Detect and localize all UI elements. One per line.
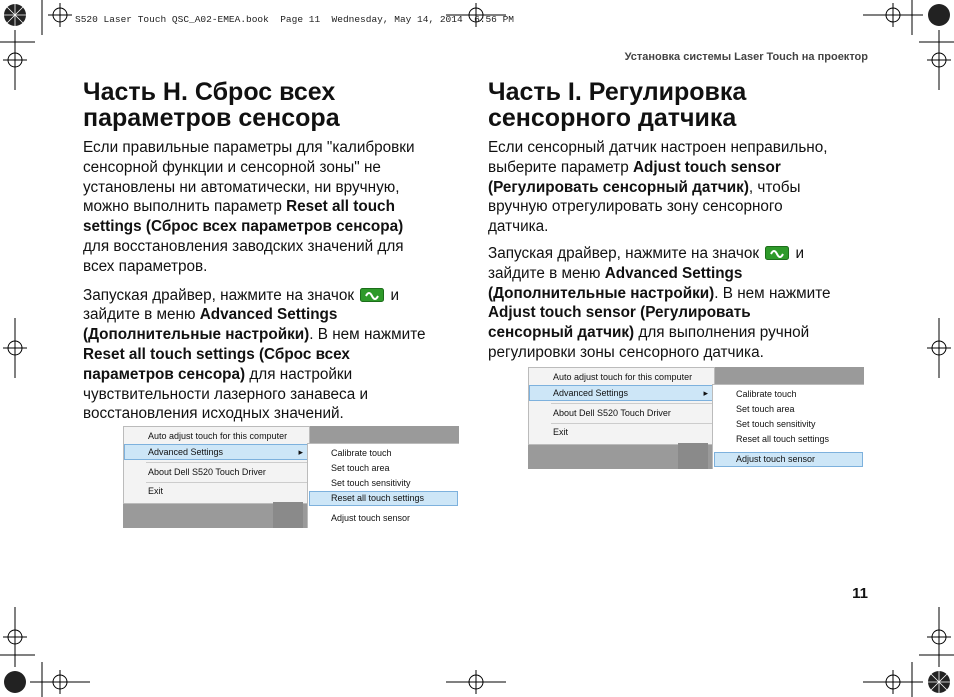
print-info-line: S520 Laser Touch QSC_A02-EMEA.book Page … xyxy=(75,14,514,25)
submenu-item-set-area[interactable]: Set touch area xyxy=(309,461,458,476)
paragraph: Запуская драйвер, нажмите на значок и за… xyxy=(83,286,468,425)
driver-tray-icon xyxy=(360,287,385,302)
bold-term: (Регулировать сенсорный датчик) xyxy=(488,178,749,196)
submenu-item-sensitivity[interactable]: Set touch sensitivity xyxy=(714,417,863,432)
bold-term: сенсорный датчик) xyxy=(488,324,635,342)
paragraph: Если сенсорный датчик настроен неправиль… xyxy=(488,138,873,237)
text-line: восстановления исходных значений. xyxy=(83,405,344,423)
heading-line: Часть I. Регулировка xyxy=(488,78,747,106)
text-line: выберите параметр xyxy=(488,158,633,176)
text-line: вручную отрегулировать зону сенсорного xyxy=(488,198,783,216)
text-line: Если правильные параметры для "калибровк… xyxy=(83,139,415,156)
menu-item-advanced-settings[interactable]: Advanced Settings ▸ xyxy=(124,444,309,460)
submenu: Calibrate touch Set touch area Set touch… xyxy=(307,443,459,528)
text-line: Если сенсорный датчик настроен неправиль… xyxy=(488,139,828,156)
text-line: всех параметров. xyxy=(83,257,208,275)
text-line: можно выполнить параметр xyxy=(83,198,287,216)
context-menu: Auto adjust touch for this computer Adva… xyxy=(528,367,715,445)
text-line: для восстановления заводских значений дл… xyxy=(83,237,404,255)
submenu-item-reset-all[interactable]: Reset all touch settings xyxy=(309,491,458,506)
bold-term: (Дополнительные настройки) xyxy=(488,284,715,302)
text-line: Запуская драйвер, нажмите на значок xyxy=(488,244,760,262)
bold-term: settings (Сброс всех параметров сенсора) xyxy=(83,218,404,236)
menu-item-about[interactable]: About Dell S520 Touch Driver xyxy=(529,405,714,421)
menu-item-about[interactable]: About Dell S520 Touch Driver xyxy=(124,464,309,480)
bold-term: Adjust touch sensor (Регулировать xyxy=(488,304,751,322)
bold-term: Advanced Settings xyxy=(604,264,743,282)
window-edge xyxy=(678,443,708,469)
bold-term: параметров сенсора) xyxy=(83,365,246,383)
bold-term: Reset all touch xyxy=(286,198,395,216)
paragraph: Запуская драйвер, нажмите на значок и за… xyxy=(488,244,873,363)
menu-separator xyxy=(146,462,307,463)
menu-item-exit[interactable]: Exit xyxy=(124,483,309,499)
submenu-arrow-icon: ▸ xyxy=(298,447,303,457)
text-line: , чтобы xyxy=(748,178,801,196)
text-line: установлены ни автоматически, ни вручную… xyxy=(83,178,400,196)
right-column: Часть I. Регулировка сенсорного датчика … xyxy=(488,79,873,363)
heading-line: Часть H. Сброс всех xyxy=(83,78,336,106)
text-line: . В нем нажмите xyxy=(309,326,426,344)
text-line: датчика. xyxy=(488,218,549,236)
context-menu: Auto adjust touch for this computer Adva… xyxy=(123,426,310,504)
menu-item-label: Advanced Settings xyxy=(148,447,224,457)
submenu: Calibrate touch Set touch area Set touch… xyxy=(712,384,864,469)
submenu-item-adjust-sensor[interactable]: Adjust touch sensor xyxy=(309,511,458,526)
text-line: зайдите в меню xyxy=(83,306,200,324)
text-line: для настройки xyxy=(245,365,353,383)
window-edge xyxy=(273,502,303,528)
section-i-heading: Часть I. Регулировка сенсорного датчика xyxy=(488,79,873,131)
text-line: сенсорной функции и сенсорной зоны" не xyxy=(83,158,381,176)
menu-item-label: Advanced Settings xyxy=(553,388,629,398)
submenu-arrow-icon: ▸ xyxy=(703,388,708,398)
text-line: для выполнения ручной xyxy=(634,324,810,342)
heading-line: сенсорного датчика xyxy=(488,104,737,132)
menu-item-auto-adjust[interactable]: Auto adjust touch for this computer xyxy=(124,428,309,444)
submenu-item-adjust-sensor[interactable]: Adjust touch sensor xyxy=(714,452,863,467)
bold-term: Reset all touch settings (Сброс всех xyxy=(83,345,350,363)
text-line: . В нем нажмите xyxy=(714,284,831,302)
bold-term: Advanced Settings xyxy=(199,306,338,324)
left-column: Часть H. Сброс всех параметров сенсора Е… xyxy=(83,79,468,424)
driver-tray-icon xyxy=(765,245,790,260)
bold-term: (Дополнительные настройки) xyxy=(83,326,310,344)
text-line: чувствительности лазерного занавеса и xyxy=(83,385,368,403)
text-line: регулировки зоны сенсорного датчика. xyxy=(488,343,764,361)
menu-item-auto-adjust[interactable]: Auto adjust touch for this computer xyxy=(529,369,714,385)
section-h-heading: Часть H. Сброс всех параметров сенсора xyxy=(83,79,468,131)
text-line: зайдите в меню xyxy=(488,264,605,282)
heading-line: параметров сенсора xyxy=(83,104,340,132)
submenu-item-calibrate[interactable]: Calibrate touch xyxy=(309,446,458,461)
submenu-item-calibrate[interactable]: Calibrate touch xyxy=(714,387,863,402)
submenu-item-reset-all[interactable]: Reset all touch settings xyxy=(714,432,863,447)
menu-screenshot-adjust: Auto adjust touch for this computer Adva… xyxy=(528,367,864,469)
paragraph: Если правильные параметры для "калибровк… xyxy=(83,138,468,277)
bold-term: Adjust touch sensor xyxy=(632,158,781,176)
menu-separator xyxy=(551,403,712,404)
menu-item-advanced-settings[interactable]: Advanced Settings ▸ xyxy=(529,385,714,401)
submenu-item-sensitivity[interactable]: Set touch sensitivity xyxy=(309,476,458,491)
text-line: и xyxy=(795,244,805,262)
text-line: и xyxy=(390,286,400,304)
running-header: Установка системы Laser Touch на проекто… xyxy=(624,51,868,63)
submenu-item-set-area[interactable]: Set touch area xyxy=(714,402,863,417)
menu-screenshot-reset: Auto adjust touch for this computer Adva… xyxy=(123,426,459,528)
menu-item-exit[interactable]: Exit xyxy=(529,424,714,440)
text-line: Запуская драйвер, нажмите на значок xyxy=(83,286,355,304)
page-number: 11 xyxy=(852,585,868,602)
